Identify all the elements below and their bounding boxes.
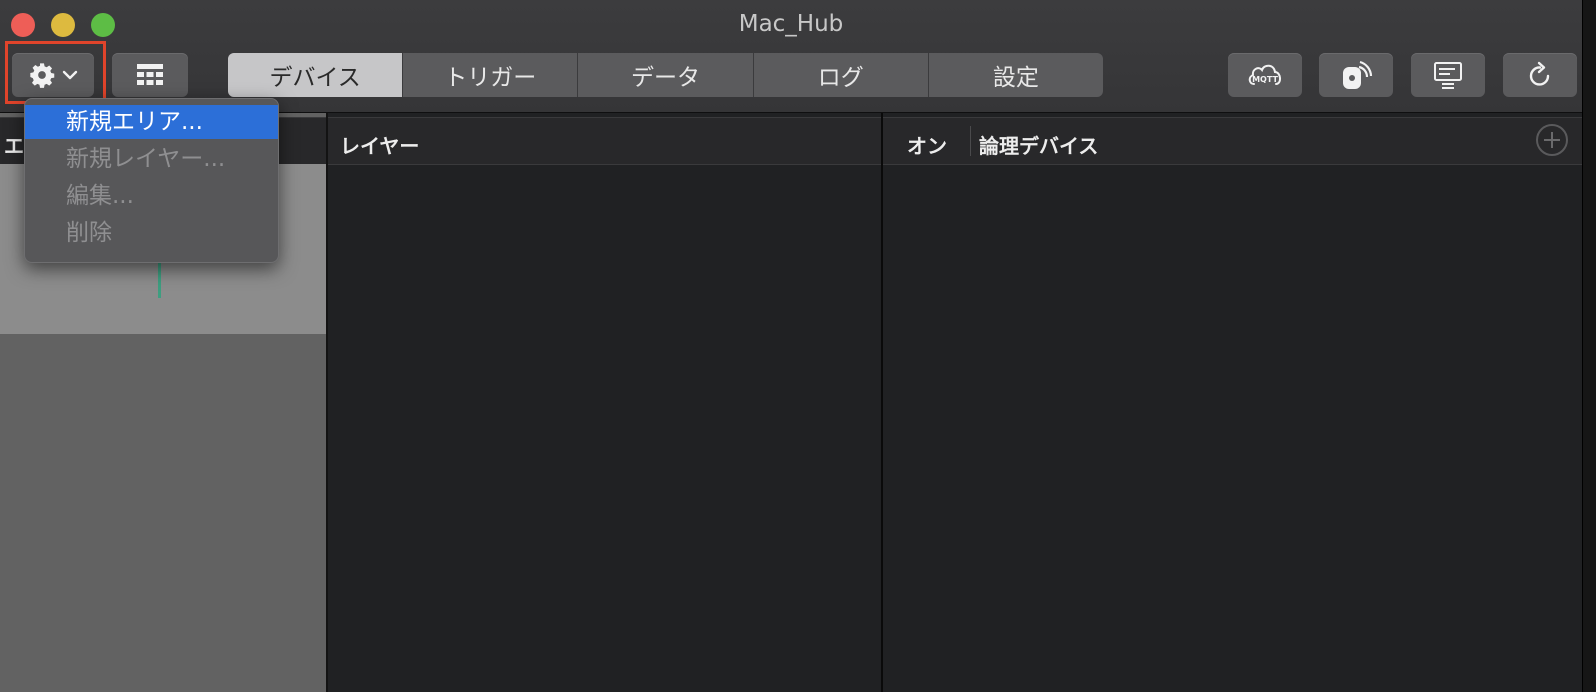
mqtt-icon-text: MQTT bbox=[1252, 75, 1278, 84]
settings-dropdown-menu: 新規エリア... 新規レイヤー... 編集... 削除 bbox=[24, 98, 279, 263]
refresh-button[interactable] bbox=[1503, 53, 1577, 97]
mqtt-button[interactable]: MQTT bbox=[1228, 53, 1302, 97]
layer-column-header: レイヤー bbox=[340, 134, 420, 158]
wireless-device-button[interactable] bbox=[1319, 53, 1393, 97]
window-edge-background bbox=[1583, 0, 1596, 692]
main-tab-bar: デバイス トリガー データ ログ 設定 bbox=[228, 53, 1103, 97]
area-column-header: エ bbox=[4, 134, 24, 158]
tab-data[interactable]: データ bbox=[577, 53, 752, 97]
tab-devices[interactable]: デバイス bbox=[228, 53, 403, 97]
logical-device-column-header[interactable]: 論理デバイス bbox=[979, 130, 1098, 159]
display-panel-icon bbox=[1433, 60, 1463, 90]
window-title: Mac_Hub bbox=[738, 11, 844, 37]
display-panel-button[interactable] bbox=[1411, 53, 1485, 97]
highlight-box bbox=[5, 41, 106, 104]
menu-item-new-layer[interactable]: 新規レイヤー... bbox=[25, 142, 278, 176]
logical-device-pane-header: オン 論理デバイス bbox=[883, 117, 1582, 165]
wireless-device-icon bbox=[1339, 58, 1373, 92]
refresh-icon bbox=[1526, 61, 1554, 89]
tab-log[interactable]: ログ bbox=[752, 53, 928, 97]
menu-item-delete[interactable]: 削除 bbox=[25, 216, 278, 250]
layout-button[interactable] bbox=[112, 53, 188, 97]
layer-pane-header: レイヤー bbox=[328, 117, 881, 165]
area-marker bbox=[158, 262, 161, 298]
logical-device-pane: オン 論理デバイス bbox=[883, 113, 1582, 692]
menu-item-edit[interactable]: 編集... bbox=[25, 179, 278, 213]
menu-item-new-area[interactable]: 新規エリア... bbox=[25, 105, 278, 139]
column-divider[interactable] bbox=[970, 126, 971, 156]
plus-circle-icon[interactable] bbox=[1536, 124, 1568, 156]
mqtt-cloud-icon: MQTT bbox=[1246, 60, 1284, 90]
title-bar: Mac_Hub デバイス トリガー データ ログ 設定 MQTT bbox=[0, 0, 1582, 113]
tab-triggers[interactable]: トリガー bbox=[402, 53, 577, 97]
app-window: Mac_Hub デバイス トリガー データ ログ 設定 MQTT エ レイヤー … bbox=[0, 0, 1583, 692]
layer-pane: レイヤー bbox=[328, 113, 883, 692]
tab-settings[interactable]: 設定 bbox=[927, 53, 1103, 97]
on-column-header[interactable]: オン bbox=[907, 130, 947, 159]
grid-layout-icon bbox=[136, 62, 164, 88]
